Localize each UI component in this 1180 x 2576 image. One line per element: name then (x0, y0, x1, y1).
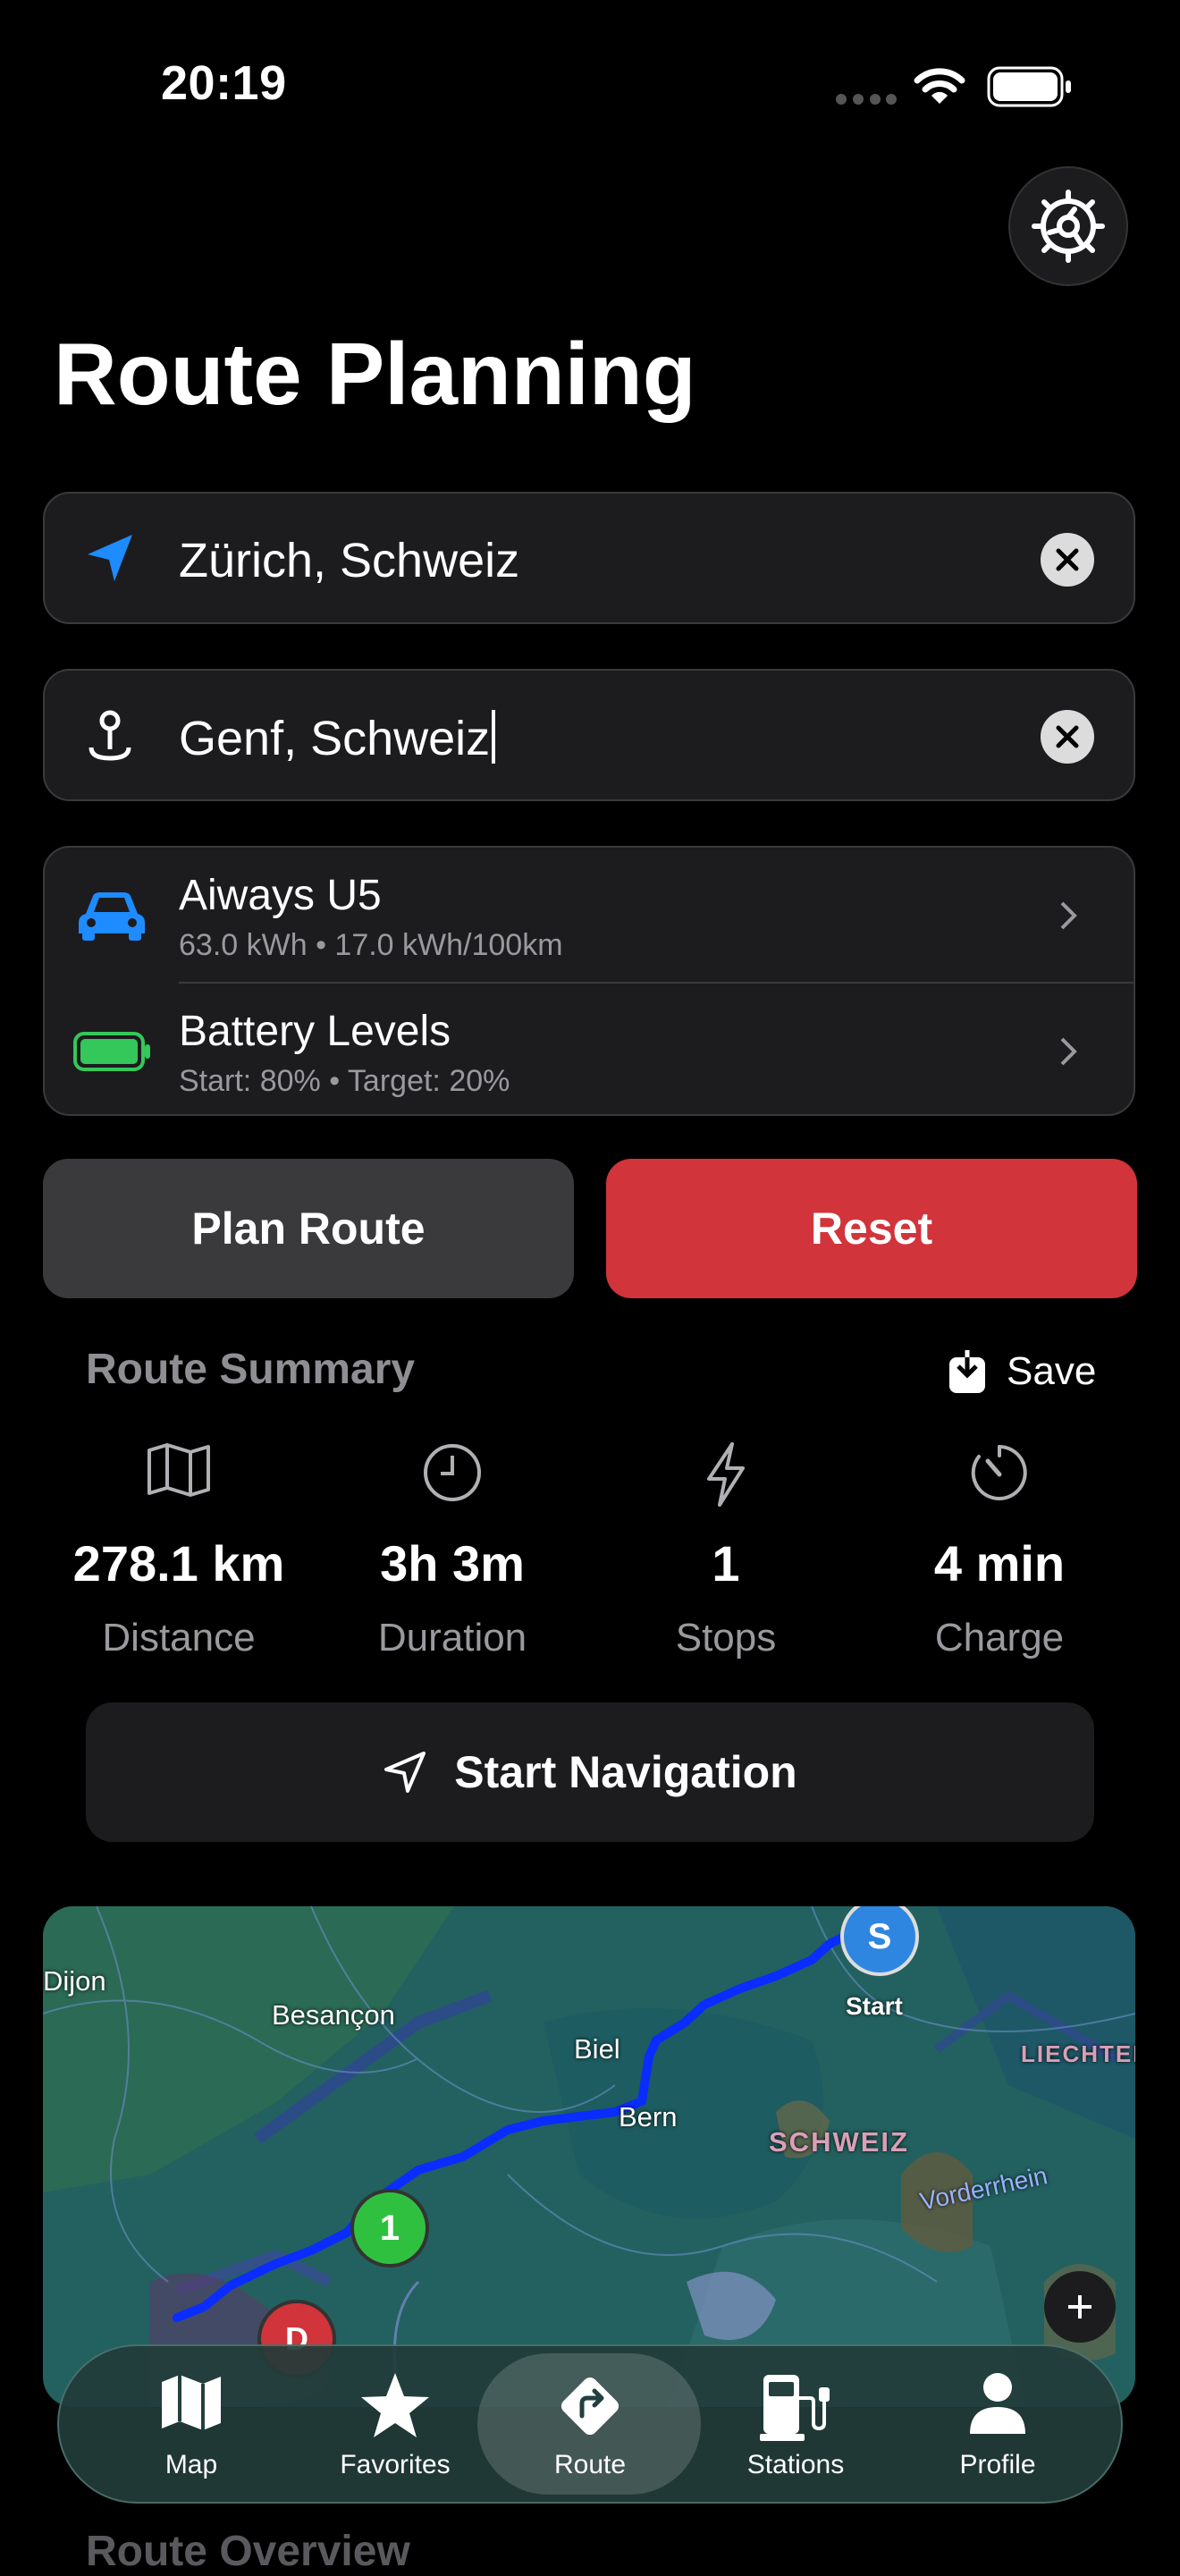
zoom-in-button[interactable] (1044, 2271, 1116, 2343)
stat-duration: 3h 3m Duration (318, 1441, 586, 1660)
battery-status-icon (987, 66, 1073, 112)
location-arrow-icon (88, 535, 132, 581)
tab-label: Map (164, 2450, 218, 2479)
save-label: Save (1007, 1349, 1097, 1393)
destination-input[interactable]: Genf, Schweiz (179, 710, 496, 766)
map-label-schweiz: SCHWEIZ (769, 2126, 909, 2158)
map-label-start: Start (846, 1992, 903, 2020)
destination-pin-icon (88, 710, 131, 761)
start-navigation-button[interactable]: Start Navigation (86, 1702, 1094, 1842)
stat-distance: 278.1 km Distance (45, 1441, 313, 1660)
battery-title: Battery Levels (179, 1008, 451, 1055)
tab-favorites[interactable]: Favorites (297, 2346, 493, 2502)
duration-value: 3h 3m (380, 1535, 525, 1592)
page-title: Route Planning (54, 325, 696, 423)
stat-charge: 4 min Charge (865, 1441, 1134, 1660)
save-icon (949, 1350, 985, 1393)
distance-value: 278.1 km (72, 1535, 285, 1592)
charging-stop-marker[interactable]: 1 (350, 2189, 429, 2268)
route-icon (560, 2377, 620, 2436)
battery-levels: Start: 80% • Target: 20% (179, 1064, 510, 1098)
reset-button[interactable]: Reset (606, 1159, 1137, 1298)
map-terrain (43, 1906, 1135, 2407)
destination-field[interactable]: Genf, Schweiz (43, 669, 1135, 801)
charge-label: Charge (934, 1616, 1065, 1660)
clock-icon (424, 1444, 481, 1501)
battery-full-icon (73, 1032, 150, 1071)
charging-station-icon (760, 2375, 830, 2441)
tab-label: Stations (746, 2450, 845, 2479)
plan-route-button[interactable]: Plan Route (43, 1159, 574, 1298)
plus-icon (1068, 2295, 1092, 2318)
star-icon (361, 2373, 429, 2437)
vehicle-settings-card: Aiways U5 63.0 kWh • 17.0 kWh/100km Batt… (43, 846, 1135, 1116)
navigation-arrow-icon (384, 1752, 426, 1793)
duration-label: Duration (377, 1616, 527, 1660)
origin-field[interactable]: Zürich, Schweiz (43, 492, 1135, 624)
close-icon (1056, 725, 1079, 748)
tab-stations[interactable]: Stations (697, 2346, 894, 2502)
vehicle-specs: 63.0 kWh • 17.0 kWh/100km (179, 928, 563, 962)
tab-route[interactable]: Route (492, 2346, 688, 2502)
map-label-besancon: Besançon (272, 1999, 395, 2031)
bolt-icon (707, 1442, 745, 1507)
person-icon (970, 2373, 1025, 2434)
close-icon (1056, 548, 1079, 571)
map-label-bern: Bern (619, 2101, 678, 2133)
battery-row[interactable]: Battery Levels Start: 80% • Target: 20% (45, 984, 1134, 1118)
wifi-icon (914, 66, 965, 110)
map-label-dijon: Dijon (43, 1965, 106, 1997)
charge-value: 4 min (933, 1535, 1066, 1592)
map-label-biel: Biel (574, 2033, 620, 2065)
status-time: 20:19 (161, 56, 287, 110)
clear-destination-button[interactable] (1041, 710, 1094, 764)
tab-map[interactable]: Map (93, 2346, 290, 2502)
clear-origin-button[interactable] (1041, 533, 1094, 587)
vehicle-name: Aiways U5 (179, 872, 382, 919)
tab-label: Route (553, 2450, 627, 2479)
cellular-signal-icon (835, 93, 898, 110)
save-button[interactable]: Save (948, 1345, 1096, 1398)
start-navigation-label: Start Navigation (454, 1747, 797, 1797)
route-overview-title: Route Overview (86, 2528, 410, 2575)
route-summary-title: Route Summary (86, 1346, 416, 1393)
stops-value: 1 (712, 1535, 740, 1592)
gear-icon (1032, 190, 1105, 263)
map-label-liechten: LIECHTEN (1021, 2040, 1135, 2067)
origin-input[interactable]: Zürich, Schweiz (179, 533, 519, 588)
chevron-right-icon (1060, 1037, 1077, 1066)
tab-label: Favorites (340, 2450, 451, 2479)
timer-icon (971, 1445, 1027, 1500)
route-map[interactable]: Dijon Besançon Biel Bern Start SCHWEIZ L… (43, 1906, 1135, 2407)
car-icon (79, 892, 145, 941)
tab-label: Profile (959, 2450, 1036, 2479)
map-icon (148, 1443, 210, 1497)
vehicle-row[interactable]: Aiways U5 63.0 kWh • 17.0 kWh/100km (45, 848, 1134, 984)
stat-stops: 1 Stops (592, 1441, 860, 1660)
chevron-right-icon (1060, 901, 1077, 930)
distance-label: Distance (102, 1616, 256, 1660)
tab-profile[interactable]: Profile (899, 2346, 1096, 2502)
tab-bar: Map Favorites Route Stations Profile (57, 2344, 1123, 2504)
map-icon (162, 2375, 221, 2430)
stops-label: Stops (675, 1616, 777, 1660)
settings-button[interactable] (1008, 166, 1128, 286)
